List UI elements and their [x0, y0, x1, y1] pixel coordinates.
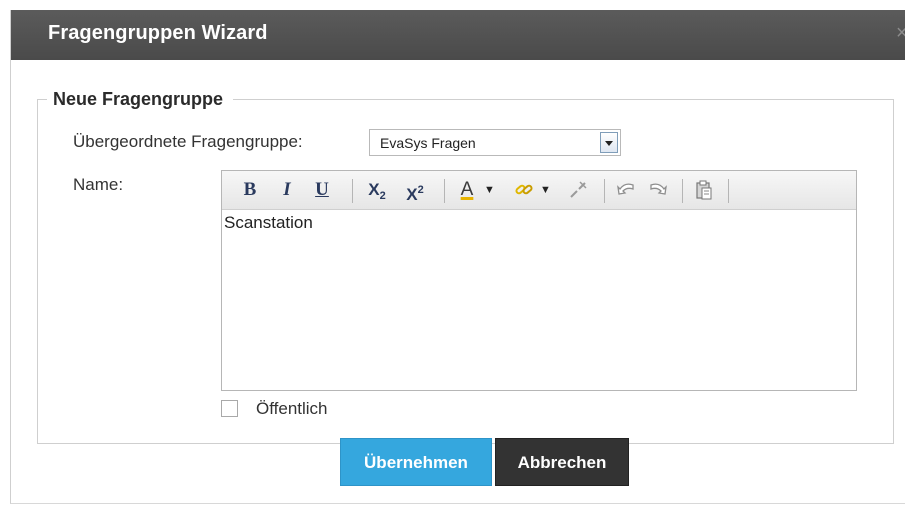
- link-icon: [515, 184, 533, 195]
- toolbar-separator: [728, 179, 729, 203]
- unlink-button[interactable]: [566, 175, 590, 205]
- public-checkbox[interactable]: [221, 400, 238, 417]
- superscript-button[interactable]: X2: [402, 175, 428, 205]
- cancel-button[interactable]: Abbrechen: [495, 438, 629, 486]
- toolbar-separator: [444, 179, 445, 203]
- underline-button[interactable]: U: [312, 175, 332, 205]
- toolbar-separator: [604, 179, 605, 203]
- fieldset-legend: Neue Fragengruppe: [53, 89, 224, 109]
- apply-button[interactable]: Übernehmen: [340, 438, 492, 486]
- superscript-x: X: [406, 185, 418, 204]
- parent-group-label: Übergeordnete Fragengruppe:: [73, 132, 303, 151]
- undo-icon: [617, 183, 634, 195]
- dialog-title: Fragengruppen Wizard: [48, 22, 268, 44]
- font-color-dropdown-icon[interactable]: ▼: [484, 175, 495, 205]
- toolbar-separator: [682, 179, 683, 203]
- link-dropdown-icon[interactable]: ▼: [540, 175, 551, 205]
- name-rich-text-editor[interactable]: B I U X2 X2 A ▼ ▼ Scanstation: [221, 170, 857, 391]
- parent-group-value: EvaSys Fragen: [380, 135, 476, 151]
- name-editor-text[interactable]: Scanstation: [224, 213, 313, 233]
- subscript-x: X: [368, 180, 380, 199]
- clipboard-icon: [696, 180, 712, 200]
- subscript-mark: 2: [379, 190, 386, 202]
- redo-icon: [650, 183, 667, 195]
- dialog-titlebar[interactable]: Fragengruppen Wizard ×: [11, 10, 905, 60]
- dropdown-arrow-icon[interactable]: [600, 132, 618, 153]
- paste-button[interactable]: [692, 175, 716, 205]
- unlink-icon: [570, 181, 587, 198]
- editor-toolbar: B I U X2 X2 A ▼ ▼: [222, 171, 856, 210]
- redo-button[interactable]: [646, 175, 670, 205]
- undo-button[interactable]: [614, 175, 638, 205]
- italic-button[interactable]: I: [278, 175, 296, 205]
- wizard-dialog: Fragengruppen Wizard × Neue Fragengruppe…: [10, 10, 905, 504]
- superscript-mark: 2: [417, 184, 424, 196]
- subscript-button[interactable]: X2: [364, 175, 390, 205]
- font-color-button[interactable]: A: [456, 175, 478, 205]
- toolbar-separator: [352, 179, 353, 203]
- name-label: Name:: [73, 175, 124, 194]
- close-icon[interactable]: ×: [896, 22, 905, 45]
- font-color-icon: A: [460, 179, 474, 200]
- link-button[interactable]: [512, 175, 536, 205]
- parent-group-select[interactable]: EvaSys Fragen: [369, 129, 621, 156]
- bold-button[interactable]: B: [240, 175, 260, 205]
- public-label: Öffentlich: [256, 399, 328, 418]
